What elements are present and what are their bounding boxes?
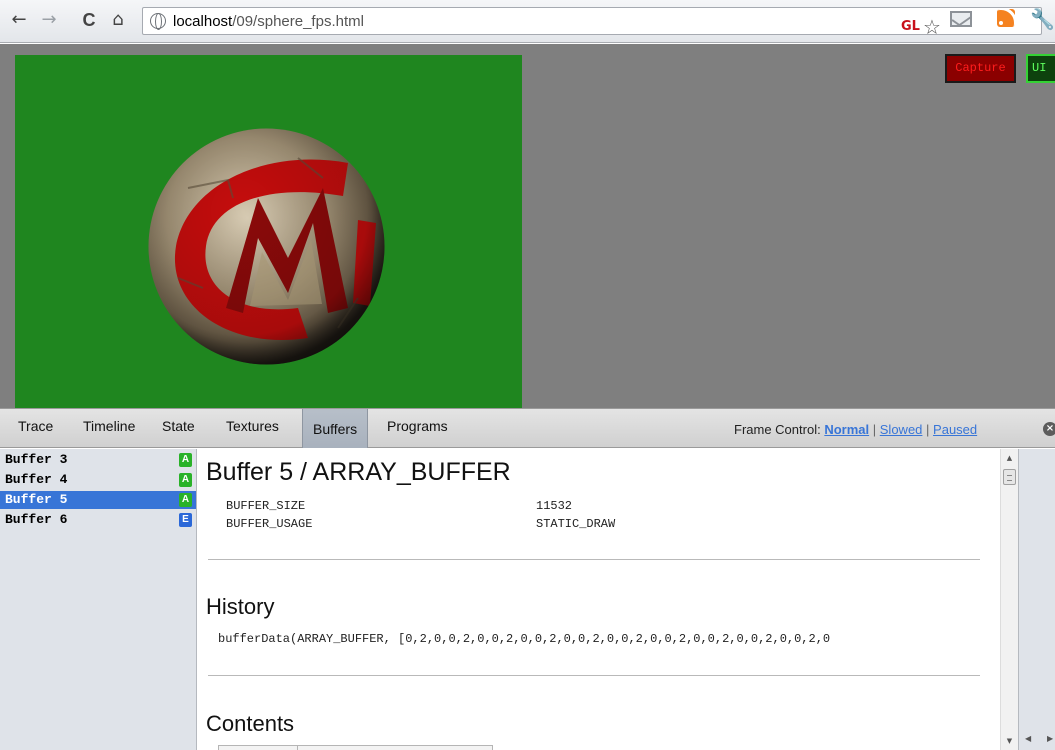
tab-trace[interactable]: Trace	[18, 418, 53, 448]
mail-checker-icon[interactable]	[950, 11, 972, 27]
buffer-list-item-5[interactable]: Buffer 5 A	[0, 491, 196, 509]
contents-heading: Contents	[206, 711, 295, 736]
home-icon: ⌂	[112, 9, 124, 30]
scroll-right-icon[interactable]: ▶	[1047, 734, 1053, 743]
vertical-scrollbar[interactable]: ▲ ▼	[1000, 449, 1018, 750]
buffer-list-item-3[interactable]: Buffer 3 A	[0, 451, 196, 469]
address-bar[interactable]: localhost/09/sphere_fps.html GL ☆	[142, 7, 1042, 38]
property-value: 11532	[536, 499, 573, 513]
buffer-detail-panel: Buffer 5 / ARRAY_BUFFER BUFFER_SIZE 1153…	[198, 449, 1018, 750]
scroll-thumb[interactable]	[1003, 469, 1016, 485]
back-arrow-icon: ←	[11, 9, 27, 30]
scroll-left-icon[interactable]: ◀	[1025, 734, 1031, 743]
array-buffer-badge: A	[179, 493, 192, 507]
buffer-label: Buffer 4	[5, 472, 68, 487]
frame-control: Frame Control: Normal | Slowed | Paused	[734, 422, 977, 437]
url-host: localhost	[173, 13, 233, 30]
bookmark-star-icon[interactable]: ☆	[923, 16, 941, 38]
close-inspector-icon[interactable]: ×	[1043, 422, 1055, 436]
page-content: Capture UI	[0, 44, 1055, 408]
property-name: BUFFER_USAGE	[226, 517, 313, 531]
buffer-label: Buffer 5	[5, 492, 68, 507]
url-text[interactable]: localhost/09/sphere_fps.html	[173, 13, 364, 30]
forward-arrow-icon: →	[41, 9, 57, 30]
capture-button[interactable]: Capture	[945, 54, 1016, 83]
property-name: BUFFER_SIZE	[226, 499, 306, 513]
buffer-list-item-4[interactable]: Buffer 4 A	[0, 471, 196, 489]
frame-control-normal[interactable]: Normal	[824, 422, 869, 437]
contents-table	[218, 745, 493, 750]
tab-textures[interactable]: Textures	[226, 418, 279, 448]
reload-icon: C	[82, 10, 96, 30]
wrench-menu-icon[interactable]: 🔧	[1030, 8, 1055, 30]
right-gutter: ◀ ▶	[1018, 449, 1055, 750]
frame-control-separator: |	[872, 422, 877, 437]
buffer-list: Buffer 3 A Buffer 4 A Buffer 5 A Buffer …	[0, 449, 197, 750]
rss-feed-icon[interactable]	[997, 9, 1015, 27]
url-path: /09/sphere_fps.html	[232, 13, 364, 30]
property-value: STATIC_DRAW	[536, 517, 616, 531]
globe-icon	[150, 13, 166, 30]
divider	[208, 559, 980, 560]
tab-timeline[interactable]: Timeline	[83, 418, 135, 448]
tab-state[interactable]: State	[162, 418, 195, 448]
back-button[interactable]: ←	[8, 9, 30, 31]
webgl-canvas[interactable]	[15, 55, 522, 408]
buffer-label: Buffer 6	[5, 512, 68, 527]
buffer-list-item-6[interactable]: Buffer 6 E	[0, 511, 196, 529]
home-button[interactable]: ⌂	[107, 9, 129, 31]
reload-button[interactable]: C	[78, 9, 100, 31]
tab-buffers[interactable]: Buffers	[302, 409, 369, 448]
element-buffer-badge: E	[179, 513, 192, 527]
frame-control-slowed[interactable]: Slowed	[880, 422, 923, 437]
divider	[208, 675, 980, 676]
inspector-tab-bar: Trace Timeline State Textures Buffers Pr…	[0, 408, 1055, 448]
browser-toolbar: ← → C ⌂ localhost/09/sphere_fps.html GL …	[0, 0, 1055, 43]
array-buffer-badge: A	[179, 453, 192, 467]
array-buffer-badge: A	[179, 473, 192, 487]
textured-sphere	[148, 128, 385, 365]
frame-control-label: Frame Control:	[734, 422, 821, 437]
history-call[interactable]: bufferData(ARRAY_BUFFER, [0,2,0,0,2,0,0,…	[218, 632, 830, 646]
forward-button[interactable]: →	[38, 9, 60, 31]
scroll-up-icon[interactable]: ▲	[1001, 451, 1018, 465]
buffer-label: Buffer 3	[5, 452, 68, 467]
frame-control-paused[interactable]: Paused	[933, 422, 977, 437]
frame-control-separator: |	[926, 422, 930, 437]
tab-programs[interactable]: Programs	[387, 418, 448, 448]
history-heading: History	[206, 594, 275, 619]
webgl-inspector-extension-icon[interactable]: GL	[901, 19, 920, 34]
buffer-title: Buffer 5 / ARRAY_BUFFER	[206, 458, 511, 486]
ui-toggle-button[interactable]: UI	[1026, 54, 1055, 83]
scroll-down-icon[interactable]: ▼	[1001, 734, 1018, 748]
